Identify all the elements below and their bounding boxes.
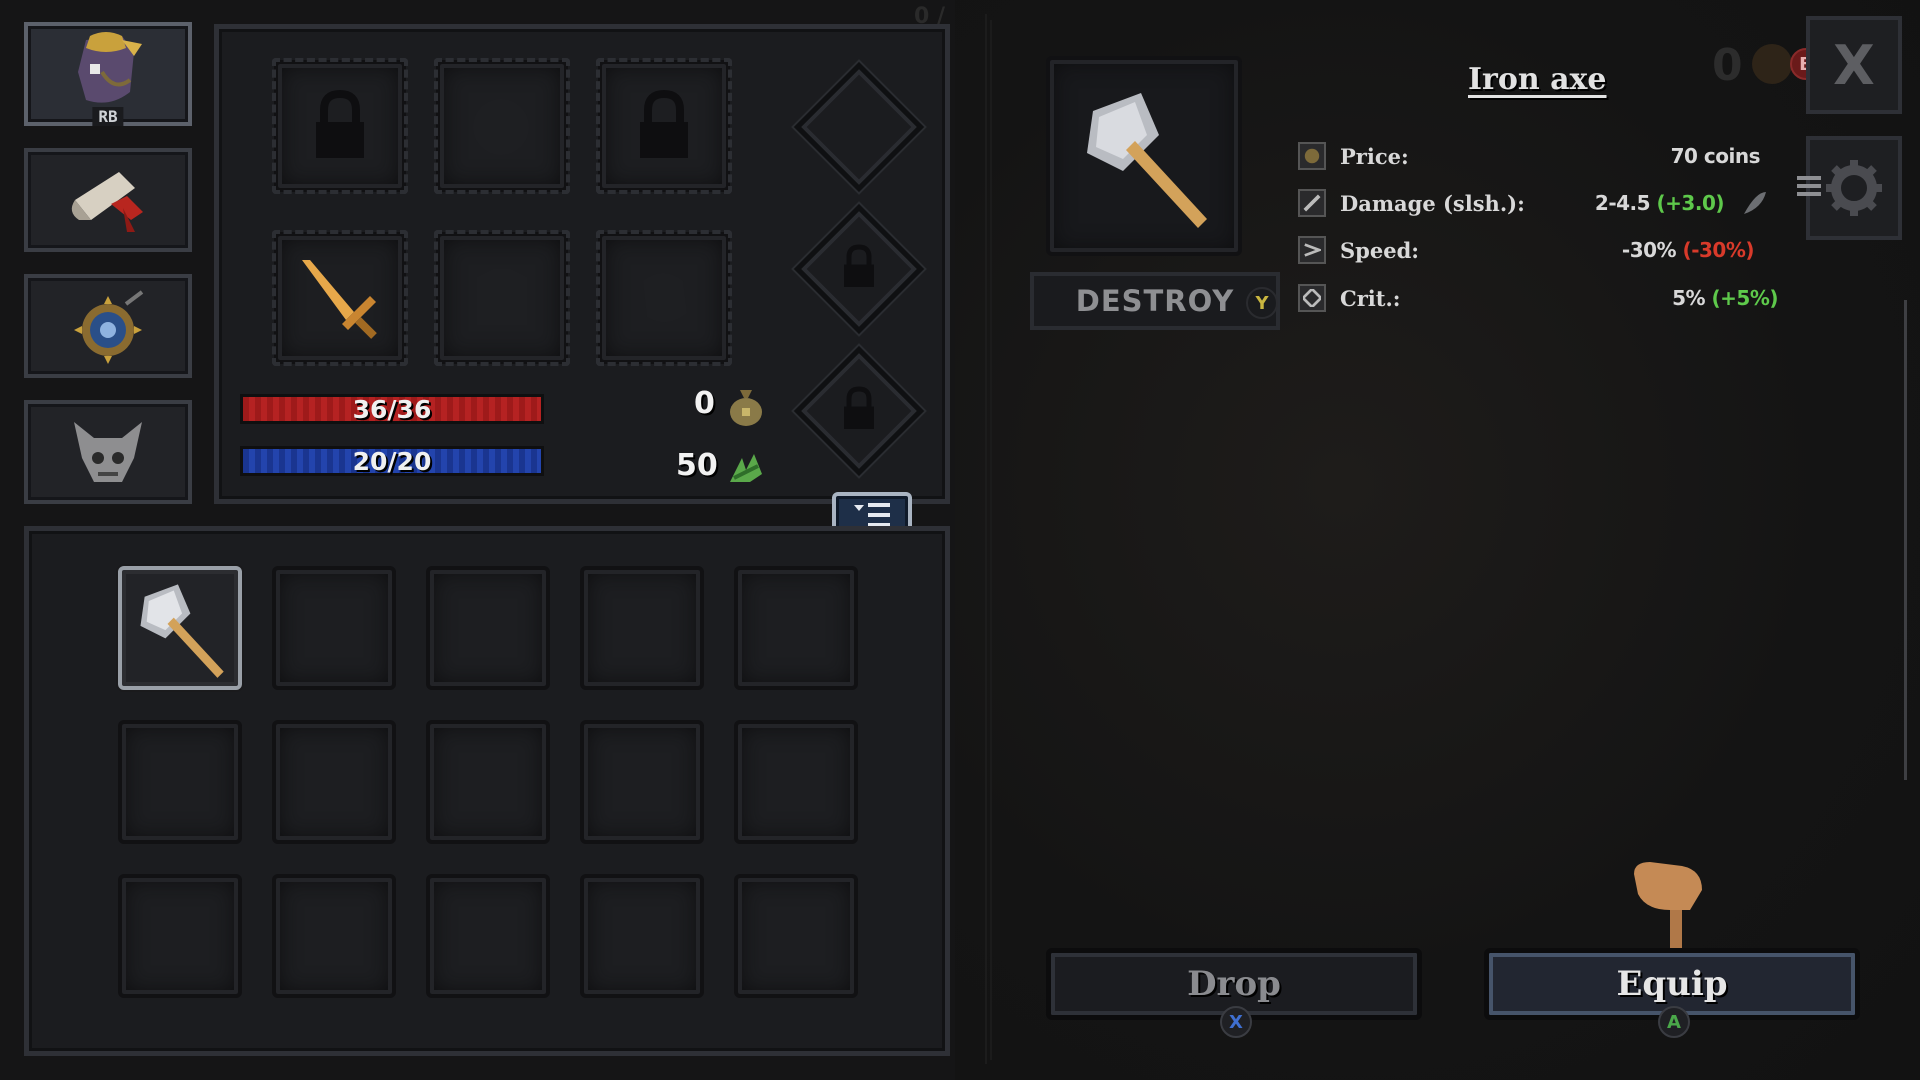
equip-slot-locked-2[interactable] xyxy=(596,58,732,194)
destroy-button[interactable]: DESTROY xyxy=(1030,272,1280,330)
herb-count: 50 xyxy=(676,448,718,483)
inventory-slot[interactable] xyxy=(426,874,550,998)
tab-quests[interactable] xyxy=(24,148,192,252)
crit-stat-icon xyxy=(1298,284,1326,312)
armor-silhouette-icon xyxy=(477,269,527,325)
tab-inventory[interactable]: RB xyxy=(24,22,192,126)
tab-map[interactable] xyxy=(24,274,192,378)
inventory-slot[interactable] xyxy=(118,874,242,998)
stat-label: Damage (slsh.): xyxy=(1340,190,1525,216)
compass-icon xyxy=(74,290,144,364)
stat-label: Crit.: xyxy=(1340,285,1401,311)
item-preview-frame xyxy=(1046,56,1242,256)
stat-delta: (-30%) xyxy=(1682,238,1755,262)
equip-label: Equip xyxy=(1616,964,1728,1004)
coin-count: 0 xyxy=(694,386,715,421)
pointer-hand-icon xyxy=(1634,862,1702,950)
beast-skull-icon xyxy=(74,422,142,482)
top-right-coin-icon xyxy=(1752,44,1792,84)
inventory-slot[interactable] xyxy=(272,874,396,998)
scroll-icon xyxy=(71,172,143,232)
drop-hint-x: X xyxy=(1220,1006,1252,1038)
stat-price: Price: 70 coins xyxy=(1298,138,1761,174)
sort-list-icon xyxy=(854,503,890,527)
sword-stat-icon xyxy=(1298,189,1326,217)
inventory-slot[interactable] xyxy=(118,720,242,844)
lock-icon xyxy=(844,244,874,287)
iron-axe-icon xyxy=(1087,93,1207,228)
stat-speed: Speed: -30% (-30%) xyxy=(1298,232,1755,268)
stat-value: -30% (-30%) xyxy=(1621,238,1755,262)
stat-label: Speed: xyxy=(1340,237,1420,263)
stat-delta: (+5%) xyxy=(1711,286,1779,310)
lock-icon xyxy=(640,90,688,158)
equip-slot-locked-1[interactable] xyxy=(272,58,408,194)
stat-base: 2-4.5 xyxy=(1594,191,1651,215)
inventory-slot[interactable] xyxy=(580,874,704,998)
menu-icon[interactable] xyxy=(1797,176,1821,196)
bag-icon xyxy=(78,32,142,103)
coin-pouch-icon xyxy=(730,390,762,426)
stat-base: 5% xyxy=(1672,286,1706,310)
inventory-slot[interactable] xyxy=(426,566,550,690)
close-button[interactable]: X xyxy=(1806,16,1902,114)
close-icon: X xyxy=(1833,33,1875,97)
stat-delta: (+3.0) xyxy=(1656,191,1725,215)
tab-badge-rb: RB xyxy=(92,107,124,126)
inventory-slot[interactable] xyxy=(734,720,858,844)
equip-slot-weapon[interactable] xyxy=(272,230,408,366)
speed-stat-icon xyxy=(1298,236,1326,264)
item-detail-divider xyxy=(985,14,987,1064)
inventory-slot[interactable] xyxy=(272,720,396,844)
destroy-label: DESTROY xyxy=(1075,284,1235,318)
equip-slot-head[interactable] xyxy=(434,58,570,194)
herb-icon xyxy=(730,454,762,482)
equip-slot-armor[interactable] xyxy=(434,230,570,366)
top-right-counter: 0 xyxy=(1712,40,1743,91)
iron-axe-icon xyxy=(140,584,224,678)
tab-bestiary[interactable] xyxy=(24,400,192,504)
background-wall xyxy=(990,20,992,1060)
helmet-silhouette-icon xyxy=(473,99,529,155)
equip-slot-offhand[interactable] xyxy=(596,230,732,366)
glove-silhouette-icon xyxy=(643,273,687,323)
item-name: Iron axe xyxy=(1468,62,1607,97)
drop-label: Drop xyxy=(1187,964,1281,1004)
stat-value: 5% (+5%) xyxy=(1672,286,1778,310)
stat-base: -30% xyxy=(1621,238,1677,262)
stat-damage: Damage (slsh.): 2-4.5 (+3.0) xyxy=(1298,185,1725,221)
lock-icon xyxy=(844,386,874,429)
inventory-slot[interactable] xyxy=(734,566,858,690)
health-bar: 36/36 xyxy=(240,394,544,424)
gear-icon xyxy=(1826,160,1882,216)
inventory-slot[interactable] xyxy=(426,720,550,844)
destroy-hint-y: Y xyxy=(1246,287,1278,319)
detail-scrollbar[interactable] xyxy=(1904,300,1907,780)
mana-bar: 20/20 xyxy=(240,446,544,476)
sword-icon xyxy=(302,260,377,339)
inventory-slot-selected[interactable] xyxy=(118,566,242,690)
stat-crit: Crit.: 5% (+5%) xyxy=(1298,280,1778,316)
inventory-slot[interactable] xyxy=(580,720,704,844)
equip-hint-a: A xyxy=(1658,1006,1690,1038)
lock-icon xyxy=(316,90,364,158)
stat-label: Price: xyxy=(1340,143,1409,169)
stat-value: 70 coins xyxy=(1670,144,1761,168)
inventory-slot[interactable] xyxy=(580,566,704,690)
coin-stat-icon xyxy=(1298,142,1326,170)
inventory-slot[interactable] xyxy=(272,566,396,690)
stat-value: 2-4.5 (+3.0) xyxy=(1594,191,1725,215)
damage-type-slash-icon xyxy=(1744,192,1766,214)
inventory-slot[interactable] xyxy=(734,874,858,998)
